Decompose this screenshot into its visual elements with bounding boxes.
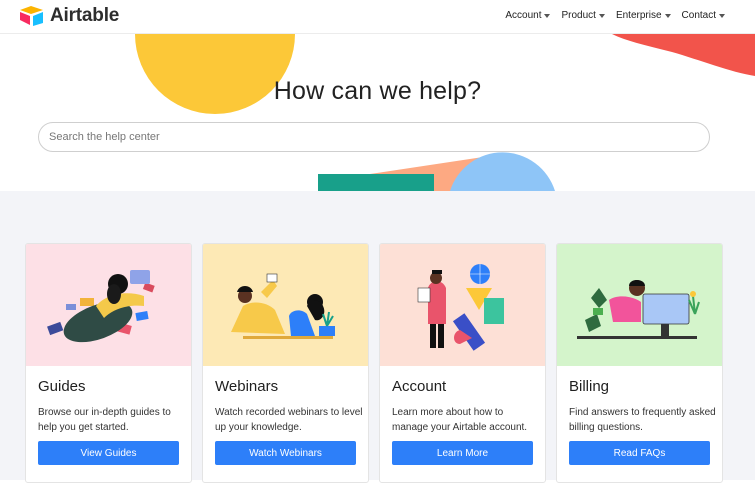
caret-down-icon [664,13,671,18]
hero-section: How can we help? [0,34,755,191]
page-title: How can we help? [273,77,482,105]
webinar-illustration [203,244,368,366]
read-faqs-button[interactable]: Read FAQs [569,441,710,465]
nav-item-product[interactable]: Product [561,10,605,21]
hero-decorative-shapes [135,34,755,191]
caret-down-icon [544,13,551,18]
card-title: Webinars [215,378,279,395]
card-title: Account [392,378,447,395]
card-account: Account Learn more about how to manage y… [379,243,546,483]
card-webinars: Webinars Watch recorded webinars to leve… [202,243,369,483]
card-title: Billing [569,378,610,395]
view-guides-button[interactable]: View Guides [38,441,179,465]
billing-illustration [557,244,722,366]
brand-name: Airtable [50,5,120,26]
learn-more-button[interactable]: Learn More [392,441,533,465]
category-section: Guides Browse our in-depth guides to hel… [0,191,755,483]
search-input[interactable] [38,122,710,152]
airtable-logo[interactable]: Airtable [19,5,119,27]
card-title: Guides [38,378,86,395]
account-illustration [380,244,545,366]
nav-item-label: Enterprise [615,10,662,21]
card-description: Find answers to frequently asked billing… [569,407,716,433]
card-guides: Guides Browse our in-depth guides to hel… [25,243,192,483]
nav-item-contact[interactable]: Contact [682,10,725,21]
reading-illustration [26,244,191,366]
caret-down-icon [719,13,725,18]
nav-item-account[interactable]: Account [505,10,551,21]
airtable-logo-icon [20,6,43,26]
watch-webinars-button[interactable]: Watch Webinars [215,441,356,465]
card-description: Browse our in-depth guides to help you g… [38,407,171,433]
card-description: Watch recorded webinars to level up your… [215,407,363,433]
caret-down-icon [598,13,605,18]
nav-item-label: Contact [681,10,716,21]
nav-item-enterprise[interactable]: Enterprise [616,10,671,21]
top-nav: Airtable Account Product Enterprise Cont… [0,0,755,34]
card-description: Learn more about how to manage your Airt… [392,407,528,433]
card-billing: Billing Find answers to frequently asked… [556,243,723,483]
nav-menu: Account Product Enterprise Contact [505,10,725,21]
nav-item-label: Account [505,10,542,21]
nav-item-label: Product [561,10,596,21]
